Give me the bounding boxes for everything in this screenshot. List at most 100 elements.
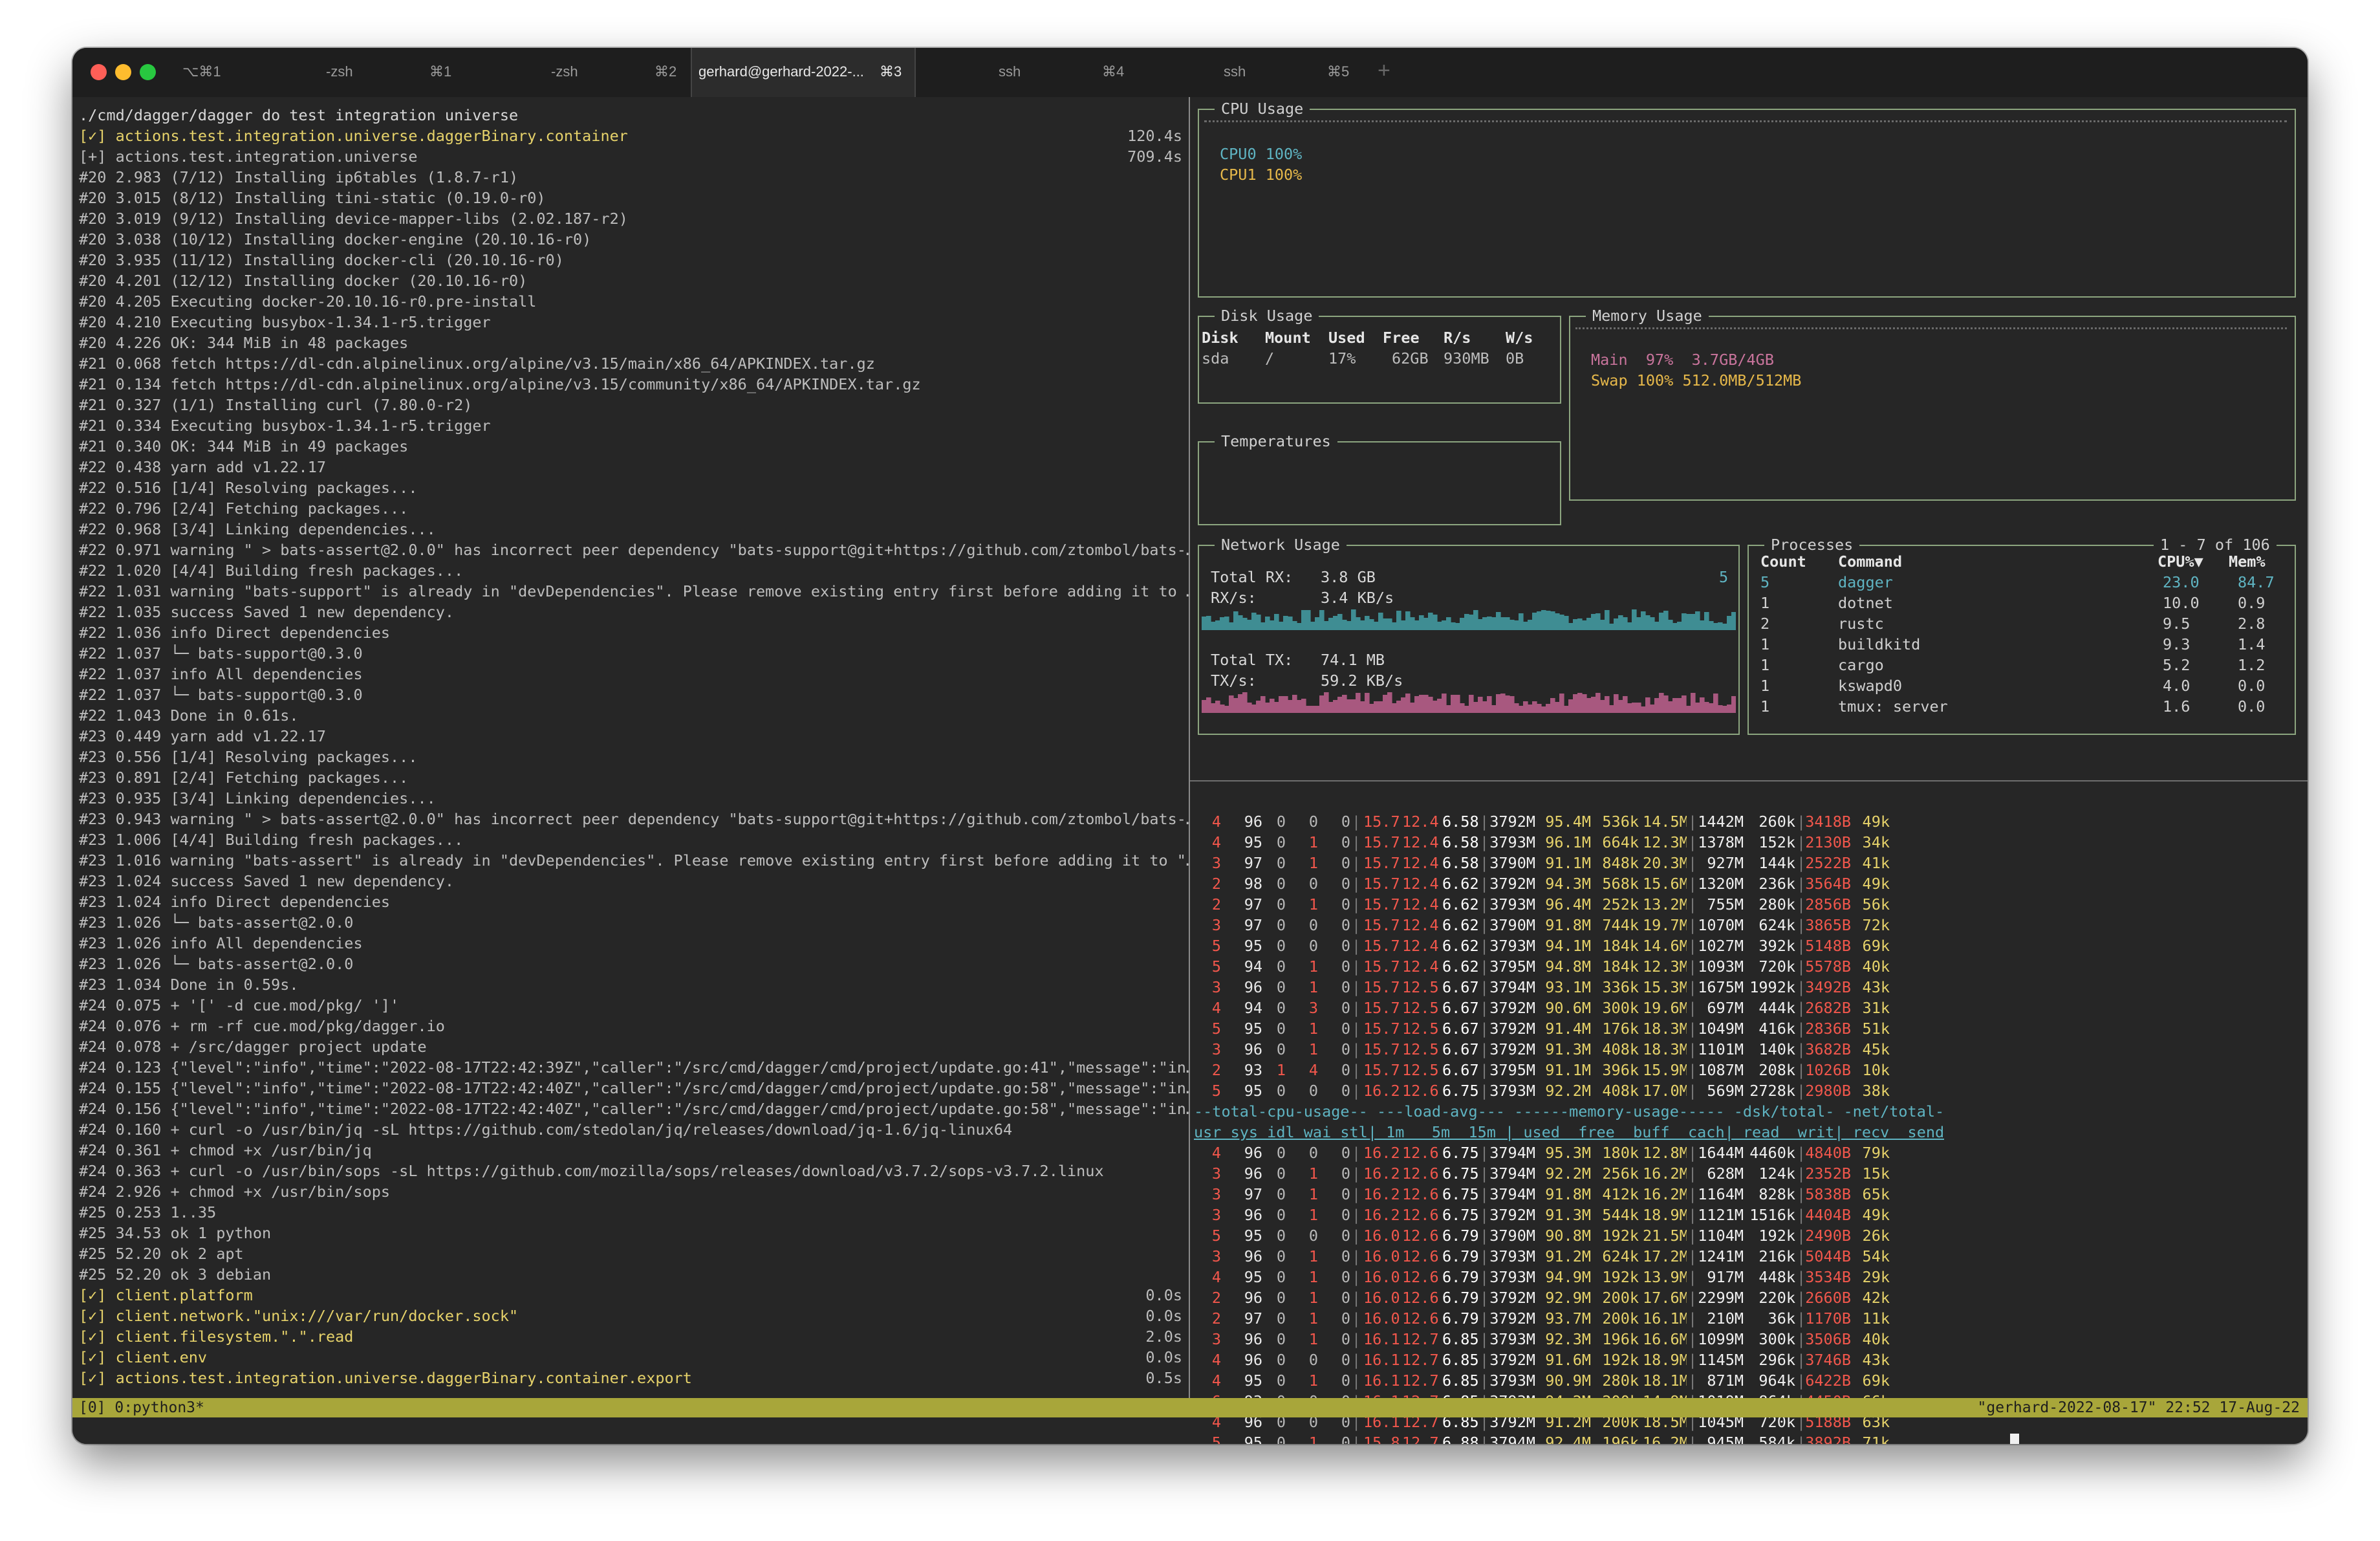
log-line: #23 1.016 warning "bats-assert" is alrea… — [79, 851, 1189, 869]
sparkline-bar — [1229, 695, 1234, 713]
dstat-row: 4 95 0 1 0 | 16.1 12.7 6.85 | 3793M 90.9M 280k 18.1M |… — [1190, 1370, 1901, 1391]
sparkline-bar — [1636, 703, 1641, 713]
process-cpu: 1.6 — [2163, 697, 2191, 716]
process-row[interactable]: 1 cargo 5.2 1.2 — [1749, 655, 2292, 675]
sparkline-bar — [1668, 701, 1673, 713]
dstat-cell: 184k — [1602, 957, 1639, 976]
new-tab-plus-icon[interactable]: + — [1378, 58, 1390, 83]
dstat-cell: 180k — [1602, 1144, 1639, 1162]
process-row[interactable]: 2 rustc 9.5 2.8 — [1749, 613, 2292, 634]
sparkline-bar — [1591, 614, 1596, 630]
dstat-cell: 5 — [1211, 957, 1221, 976]
sparkline-bar — [1582, 694, 1587, 713]
process-row[interactable]: 1 buildkitd 9.3 1.4 — [1749, 634, 2292, 655]
sparkline-bar — [1383, 618, 1388, 630]
dstat-cell: 12.4 — [1402, 813, 1438, 831]
process-row[interactable]: 1 kswapd0 4.0 0.0 — [1749, 675, 2292, 696]
processes-panel[interactable]: Processes 1 - 7 of 106 Count Command CPU… — [1747, 536, 2296, 735]
log-line: #22 0.971 warning " > bats-assert@2.0.0"… — [79, 541, 1189, 559]
sparkline-bar — [1641, 611, 1646, 630]
tab-ssh-5[interactable]: ssh ⌘5 — [1140, 48, 1363, 97]
dstat-cell: 0 — [1276, 1164, 1286, 1183]
dstat-cell: 15.8 — [1363, 1434, 1400, 1444]
log-line: #22 1.043 Done in 0.61s. — [79, 706, 299, 725]
dstat-cell: 16.2M — [1643, 1164, 1687, 1183]
zoom-window-button[interactable] — [140, 64, 156, 80]
dstat-cell: 41k — [1862, 854, 1890, 872]
dstat-cell: 0 — [1276, 1309, 1286, 1328]
dstat-cell: 96 — [1244, 1206, 1262, 1224]
dstat-cell: 3506B — [1805, 1330, 1851, 1348]
dstat-cell: 15.7 — [1363, 978, 1400, 996]
sparkline-bar — [1401, 697, 1406, 713]
dstat-cell: 95 — [1244, 937, 1262, 955]
sparkline-bar — [1727, 616, 1732, 630]
dstat-cell: 97 — [1244, 854, 1262, 872]
pane-divider-horizontal[interactable] — [1190, 780, 2308, 781]
dstat-cell: 0 — [1276, 1144, 1286, 1162]
log-line: #20 4.210 Executing busybox-1.34.1-r5.tr… — [79, 313, 491, 331]
process-count: 1 — [1760, 697, 1770, 716]
tab-shortcut: ⌘5 — [1327, 63, 1350, 80]
proc-col-cpu[interactable]: CPU%▼ — [2158, 551, 2203, 572]
left-pane-build-log[interactable]: ./cmd/dagger/dagger do test integration … — [72, 97, 1189, 1398]
proc-col-mem[interactable]: Mem% — [2229, 551, 2266, 572]
tab-zsh-2[interactable]: -zsh ⌘2 — [467, 48, 691, 97]
dstat-cell: 15.9M — [1643, 1061, 1687, 1079]
sparkline-bar — [1220, 705, 1225, 713]
sparkline-bar — [1419, 615, 1424, 630]
sparkline-bar — [1600, 700, 1605, 713]
terminal-content[interactable]: ./cmd/dagger/dagger do test integration … — [72, 97, 2308, 1444]
dstat-cell: 236k — [1758, 875, 1795, 893]
dstat-cell: 0 — [1341, 1247, 1350, 1265]
minimize-window-button[interactable] — [115, 64, 131, 80]
tab-ssh-4[interactable]: ssh ⌘4 — [914, 48, 1138, 97]
dstat-cell: 1121M — [1698, 1206, 1744, 1224]
dstat-cell: 12.5 — [1402, 1061, 1438, 1079]
sparkline-bar — [1428, 613, 1433, 630]
tab-zsh-1[interactable]: -zsh ⌘1 — [242, 48, 466, 97]
dstat-separator: | — [1352, 1372, 1361, 1390]
sparkline-bar — [1469, 615, 1474, 630]
sparkline-bar — [1260, 696, 1266, 713]
sparkline-bar — [1478, 619, 1483, 630]
proc-col-count[interactable]: Count — [1760, 551, 1806, 572]
network-usage-title: Network Usage — [1215, 536, 1347, 554]
dstat-cell: 0 — [1276, 916, 1286, 934]
sparkline-bar — [1654, 622, 1660, 630]
sparkline-bar — [1537, 704, 1542, 713]
sparkline-bar — [1586, 618, 1592, 630]
sparkline-bar — [1645, 697, 1650, 713]
sparkline-bar — [1568, 699, 1574, 713]
sparkline-bar — [1509, 620, 1515, 630]
network-tx-total-label: Total TX: — [1211, 651, 1293, 669]
proc-col-command[interactable]: Command — [1838, 551, 1902, 572]
dstat-cell: 755M — [1707, 895, 1744, 913]
log-line: #22 1.031 warning "bats-support" is alre… — [79, 582, 1189, 600]
dstat-cell: 3 — [1211, 854, 1221, 872]
process-command: cargo — [1838, 656, 1884, 674]
process-row[interactable]: 1 tmux: server 1.6 0.0 — [1749, 696, 2292, 717]
tab-gerhard-active[interactable]: gerhard@gerhard-2022-... ⌘3 — [691, 48, 916, 97]
sparkline-bar — [1618, 700, 1623, 713]
dstat-separator: | — [1352, 1247, 1361, 1265]
dstat-cell: 1 — [1308, 1020, 1318, 1038]
close-window-button[interactable] — [91, 64, 107, 80]
cpu-legend-cpu1: CPU1 100% — [1220, 166, 1303, 184]
tab-window-shortcut[interactable]: ⌥⌘1 — [182, 48, 241, 97]
log-line: #23 1.026 info All dependencies — [79, 934, 363, 952]
dstat-cell: 95 — [1244, 1268, 1262, 1286]
dstat-cell: 12.6 — [1402, 1185, 1438, 1203]
process-row[interactable]: 5 dagger 23.0 84.7 — [1749, 572, 2292, 593]
process-row[interactable]: 1 dotnet 10.0 0.9 — [1749, 593, 2292, 613]
dstat-cell: 6.62 — [1442, 875, 1478, 893]
process-list[interactable]: 5 dagger 23.0 84.7 1 dotnet 10.0 0.9 2 rustc 9.5 2.… — [1749, 572, 2292, 721]
log-line: #22 1.037 └─ bats-support@0.3.0 — [79, 644, 363, 662]
sparkline-bar — [1505, 617, 1510, 630]
sparkline-bar — [1220, 617, 1225, 630]
dstat-cell: 216k — [1758, 1247, 1795, 1265]
disk-cell-used: 17% — [1328, 349, 1356, 367]
network-rx-total-label: Total RX: — [1211, 568, 1293, 586]
log-line: #22 0.968 [3/4] Linking dependencies... — [79, 520, 436, 538]
dstat-cell: 4840B — [1805, 1144, 1851, 1162]
